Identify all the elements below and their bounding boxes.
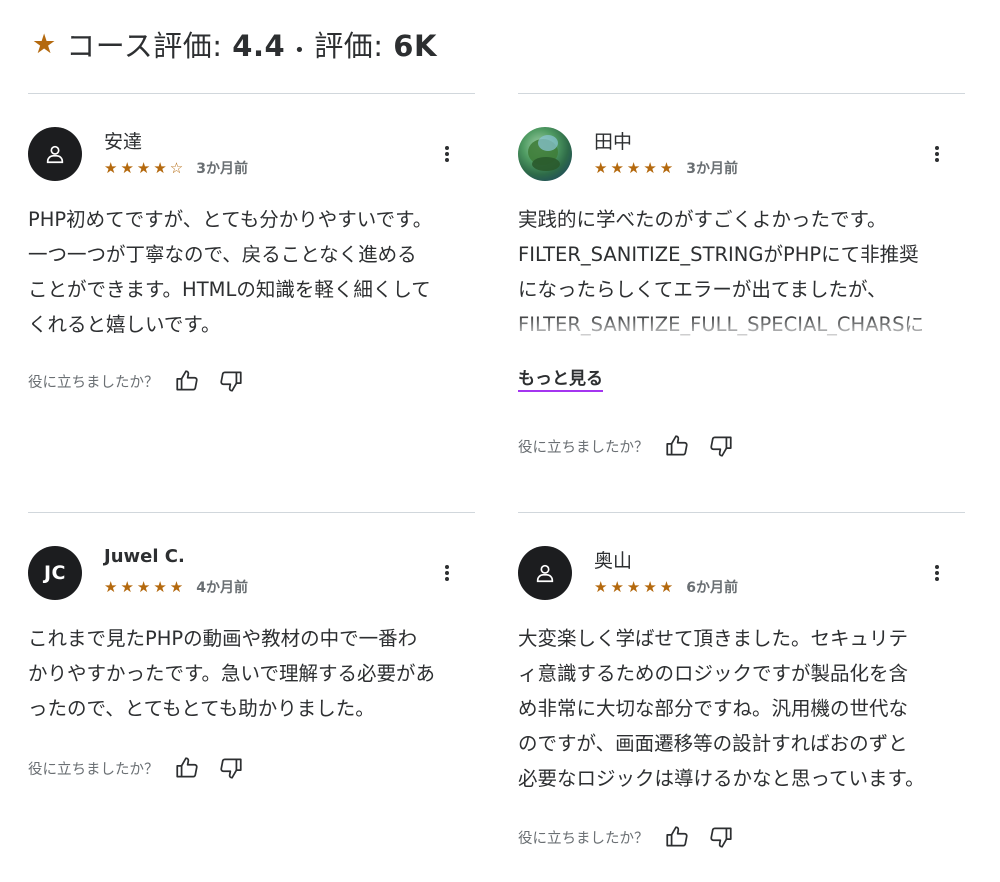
review-text: 実践的に学べたのがすごくよかったです。 FILTER_SANITIZE_STRI… <box>518 208 924 336</box>
review-card: JC Juwel C. ★★★★★ 4か月前 これまで見たPHPの動画や教材の中… <box>28 512 475 882</box>
more-options-button[interactable] <box>437 142 457 166</box>
reviewer-name: Juwel C. <box>104 546 185 567</box>
helpful-section: 役に立ちましたか？ <box>28 367 261 395</box>
thumbs-down-button[interactable] <box>217 367 245 395</box>
thumbs-up-button[interactable] <box>663 823 691 851</box>
review-rating: ★★★★★ 6か月前 <box>594 577 738 597</box>
review-rating: ★★★★☆ 3か月前 <box>104 158 248 178</box>
helpful-section: 役に立ちましたか？ <box>28 754 261 782</box>
review-date: 3か月前 <box>196 161 248 177</box>
reviewer-name: 奥山 <box>594 550 633 572</box>
review-text: PHP初めてですが、とても分かりやすいです。 一つ一つが丁寧なので、戻ることなく… <box>28 208 433 336</box>
thumbs-up-button[interactable] <box>173 367 201 395</box>
separator-dot: • <box>294 40 306 61</box>
thumbs-down-icon <box>709 827 732 848</box>
thumbs-down-icon <box>219 758 242 779</box>
review-card: 奥山 ★★★★★ 6か月前 大変楽しく学ばせて頂きました。セキュリテ ィ意識する… <box>518 512 965 882</box>
review-text: 大変楽しく学ばせて頂きました。セキュリテ ィ意識するためのロジックですが製品化を… <box>518 627 925 790</box>
review-text: これまで見たPHPの動画や教材の中で一番わ かりやすかったです。急いで理解する必… <box>28 627 435 720</box>
thumbs-up-button[interactable] <box>173 754 201 782</box>
star-rating: ★★★★★ <box>594 578 677 596</box>
course-rating-value: 4.4 <box>232 29 286 63</box>
thumbs-down-icon <box>219 371 242 392</box>
more-options-button[interactable] <box>437 561 457 585</box>
person-icon <box>536 564 554 583</box>
star-icon: ★ <box>32 28 57 60</box>
helpful-prompt: 役に立ちましたか？ <box>28 761 159 778</box>
thumbs-down-icon <box>709 436 732 457</box>
review-card: 田中 ★★★★★ 3か月前 実践的に学べたのがすごくよかったです。 FILTER… <box>518 93 965 513</box>
show-more-link[interactable]: もっと見る <box>518 364 603 392</box>
avatar <box>518 127 572 181</box>
helpful-prompt: 役に立ちましたか？ <box>518 830 649 847</box>
thumbs-up-icon <box>175 370 198 391</box>
review-card: 安達 ★★★★☆ 3か月前 PHP初めてですが、とても分かりやすいです。 一つ一… <box>28 93 475 513</box>
star-rating: ★★★★★ <box>104 578 187 596</box>
avatar: JC <box>28 546 82 600</box>
review-date: 6か月前 <box>686 580 738 596</box>
more-options-button[interactable] <box>927 561 947 585</box>
review-rating: ★★★★★ 4か月前 <box>104 577 248 597</box>
thumbs-down-button[interactable] <box>707 823 735 851</box>
thumbs-down-button[interactable] <box>707 432 735 460</box>
course-rating-header: ★ コース評価: 4.4 • 評価: 6K <box>32 22 437 66</box>
review-date: 4か月前 <box>196 580 248 596</box>
person-icon <box>46 145 64 164</box>
thumbs-up-button[interactable] <box>663 432 691 460</box>
star-rating: ★★★★☆ <box>104 159 187 177</box>
avatar <box>518 546 572 600</box>
thumbs-down-button[interactable] <box>217 754 245 782</box>
more-options-button[interactable] <box>927 142 947 166</box>
review-date: 3か月前 <box>686 161 738 177</box>
course-rating-summary: コース評価: 4.4 • 評価: 6K <box>66 29 437 63</box>
thumbs-up-icon <box>175 757 198 778</box>
review-rating: ★★★★★ 3か月前 <box>594 158 738 178</box>
reviewer-name: 田中 <box>594 131 633 153</box>
thumbs-up-icon <box>665 435 688 456</box>
helpful-section: 役に立ちましたか？ <box>518 432 751 460</box>
ratings-count: 6K <box>393 29 437 63</box>
reviewer-name: 安達 <box>104 131 143 153</box>
avatar <box>28 127 82 181</box>
star-rating: ★★★★★ <box>594 159 677 177</box>
helpful-prompt: 役に立ちましたか？ <box>28 374 159 391</box>
thumbs-up-icon <box>665 826 688 847</box>
helpful-prompt: 役に立ちましたか？ <box>518 439 649 456</box>
helpful-section: 役に立ちましたか？ <box>518 823 751 851</box>
